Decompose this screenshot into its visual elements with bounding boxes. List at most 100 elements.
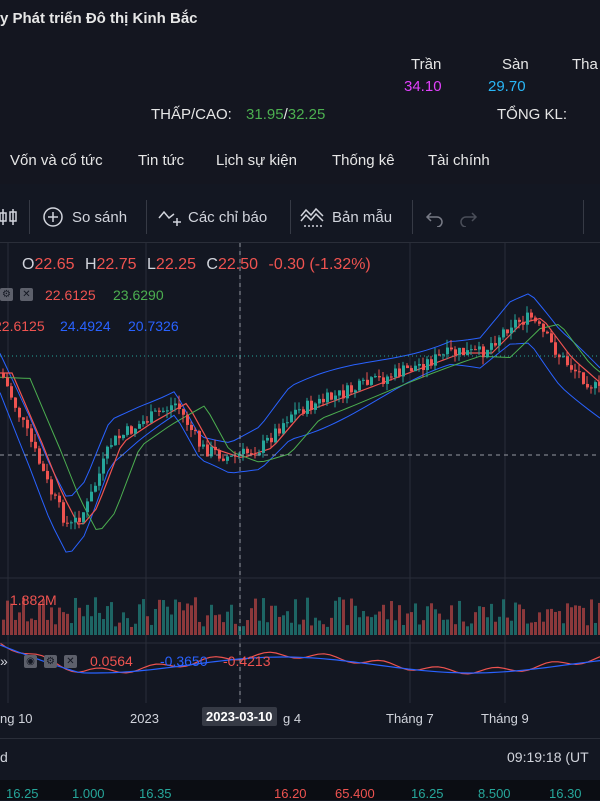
low-high-label: THẤP/CAO: [151,106,232,123]
candle-body [530,312,533,318]
templates-label: Bản mẫu [332,208,393,226]
close-icon[interactable]: ✕ [20,288,33,301]
tab-news[interactable]: Tin tức [138,152,184,169]
volume-bar [430,603,433,635]
candle-body [466,350,469,356]
close-icon[interactable]: ✕ [64,655,77,668]
volume-bar [18,612,21,635]
candle-body [90,491,93,502]
candle-body [498,337,501,346]
floor-value: 29.70 [488,78,526,95]
candle-body [134,428,137,434]
volume-bar [242,626,245,635]
candle-body [590,387,593,389]
volume-bar [190,605,193,635]
undo-button[interactable] [425,200,445,234]
volume-bar [486,617,489,635]
volume-bar [162,600,165,635]
candle-body [470,349,473,351]
candle-body [478,346,481,350]
chart-area[interactable]: O22.65 H22.75 L22.25 C22.50 -0.30 (-1.32… [0,243,600,703]
volume-bar [50,607,53,635]
candle-body [262,440,265,453]
toolbar-separator [583,200,584,234]
candle-body [174,403,177,406]
collapse-icon[interactable]: » [0,653,8,669]
volume-bar [6,600,9,635]
volume-bar [122,612,125,635]
volume-bar [358,617,361,635]
ticker-value: 8.500 [478,786,511,801]
volume-bar [382,604,385,635]
candle-body [506,329,509,334]
templates-button[interactable]: Bản mẫu [300,200,392,234]
candle-body [526,312,529,325]
volume-bar [350,598,353,635]
ticker-value: 16.20 [274,786,307,801]
volume-bar [546,609,549,635]
candle-body [318,398,321,404]
volume-bar [438,613,441,635]
tab-events[interactable]: Lịch sự kiện [216,152,297,169]
volume-bar [46,619,49,635]
volume-bar [590,599,593,635]
volume-bar [54,624,57,635]
price-chart[interactable] [0,243,600,703]
ceiling-label: Trần [411,56,442,73]
candle-body [566,356,569,366]
tab-financials[interactable]: Tài chính [428,152,490,169]
visibility-icon[interactable]: ◉ [24,655,37,668]
compare-button[interactable]: So sánh [42,200,127,234]
candle-body [34,441,37,449]
volume-bar [506,617,509,635]
settings-icon[interactable]: ⚙ [44,655,57,668]
volume-bar [426,606,429,635]
candle-body [514,319,517,328]
volume-bar [414,603,417,635]
volume-bar [498,616,501,635]
volume-bars [2,597,600,635]
volume-bar [110,602,113,635]
candle-body [586,383,589,388]
candle-body [78,517,81,523]
volume-bar [98,612,101,635]
volume-bar [198,621,201,635]
volume-bar [174,599,177,635]
volume-bar [594,622,597,635]
volume-bar [374,614,377,635]
volume-bar [226,611,229,635]
tab-statistics[interactable]: Thống kê [332,152,395,169]
candle-body [50,479,53,495]
volume-bar [278,616,281,635]
candle-body [518,319,521,322]
open-label: O [22,256,35,273]
toolbar-separator [146,200,147,234]
volume-bar [130,626,133,635]
volume-bar [418,624,421,635]
candle-body [378,376,381,378]
indicators-button[interactable]: Các chỉ báo [158,200,267,234]
volume-bar [302,619,305,635]
status-bar: d 09:19:18 (UT [0,738,600,777]
x-tick-label: 2023 [130,711,159,726]
candle-type-button[interactable] [0,200,20,234]
redo-button[interactable] [458,200,478,234]
candle-body [98,473,101,486]
low-value-legend: 22.25 [155,256,196,273]
volume-bar [442,619,445,635]
ohlc-legend: O22.65 H22.75 L22.25 C22.50 -0.30 (-1.32… [22,256,371,274]
tab-capital-dividend[interactable]: Vốn và cổ tức [10,152,103,169]
volume-bar [206,615,209,635]
candle-body [386,376,389,384]
candle-body [74,517,77,523]
volume-bar [394,620,397,635]
settings-icon[interactable]: ⚙ [0,288,13,301]
candle-body [106,446,109,459]
volume-bar [202,626,205,635]
candle-body [402,365,405,377]
candle-body [42,463,45,471]
macd-signal-value: -0.3650 [160,653,208,669]
candle-body [270,437,273,443]
volume-bar [102,619,105,635]
volume-bar [322,624,325,635]
